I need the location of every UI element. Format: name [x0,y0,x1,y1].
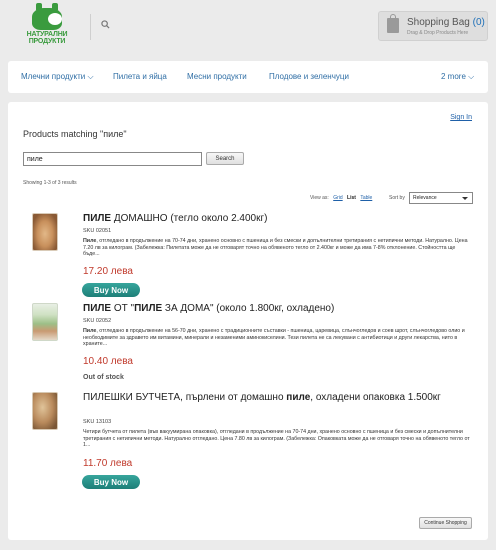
product-sku: SKU 13103 [83,419,112,425]
product-description: Четири бутчета от пилета (във вакуумиран… [83,429,470,449]
product-image[interactable] [32,213,58,251]
product-title[interactable]: ПИЛЕ ОТ "ПИЛЕ ЗА ДОМА" (около 1.800кг, о… [83,303,478,315]
nav-item-chicken-eggs[interactable]: Пилета и яйца [113,72,167,81]
category-nav: Млечни продукти ⌵ Пилета и яйца Месни пр… [8,61,488,93]
nav-more[interactable]: 2 more ⌵ [441,72,474,82]
shopping-bag-icon [387,14,399,33]
chevron-down-icon [462,197,468,200]
buy-now-button[interactable]: Buy Now [82,475,140,489]
product-sku: SKU 02051 [83,228,112,234]
buy-now-button[interactable]: Buy Now [82,283,140,297]
cow-logo-icon [32,3,62,30]
shopping-bag-button[interactable]: Shopping Bag (0) Drag & Drop Products He… [378,11,488,41]
nav-item-fruits-vegetables[interactable]: Плодове и зеленчуци [269,72,349,81]
results-count: Showing 1-3 of 3 results [23,180,77,186]
search-icon[interactable] [101,20,110,32]
nav-item-dairy[interactable]: Млечни продукти ⌵ [21,72,94,82]
logo-text-line1: НАТУРАЛНИ [26,31,68,38]
product-price: 17.20 лева [83,266,133,277]
shopping-bag-title: Shopping Bag (0) [407,17,485,28]
product-image[interactable] [32,303,58,341]
product-description: Пиле, отгледано в продължение на 56-70 д… [83,328,465,348]
nav-item-meat[interactable]: Месни продукти [187,72,247,81]
sort-by-label: Sort by [389,195,405,201]
search-input[interactable] [23,152,202,166]
view-table[interactable]: Table [360,195,372,201]
continue-shopping-button[interactable]: Continue Shopping [419,517,472,529]
product-price: 10.40 лева [83,356,133,367]
header-divider [90,14,91,40]
sign-in-link[interactable]: Sign In [450,114,472,121]
site-header: НАТУРАЛНИ ПРОДУКТИ Shopping Bag (0) Drag… [0,0,496,56]
product-title[interactable]: ПИЛЕ ДОМАШНО (тегло около 2.400кг) [83,213,478,225]
product-image[interactable] [32,392,58,430]
results-panel: Sign In Products matching "пиле" Search … [8,102,488,540]
shopping-bag-subtitle: Drag & Drop Products Here [407,30,469,36]
view-list[interactable]: List [347,195,356,201]
product-sku: SKU 02052 [83,318,112,324]
sort-select[interactable]: Relevance [409,192,473,204]
logo[interactable]: НАТУРАЛНИ ПРОДУКТИ [24,3,70,46]
product-title[interactable]: ПИЛЕШКИ БУТЧЕТА, пърлени от домашно пиле… [83,392,463,404]
view-as-label: View as: [310,195,329,201]
product-price: 11.70 лева [83,458,133,469]
sort-value: Relevance [413,195,437,201]
search-button[interactable]: Search [206,152,244,165]
out-of-stock-label: Out of stock [83,374,124,381]
logo-text-line2: ПРОДУКТИ [28,38,66,45]
results-title: Products matching "пиле" [23,129,127,139]
product-description: Пиле, отгледано в продължение на 70-74 д… [83,238,468,258]
view-as: View as: Grid List Table [310,195,372,201]
bag-count: (0) [472,17,485,28]
view-grid[interactable]: Grid [333,195,342,201]
